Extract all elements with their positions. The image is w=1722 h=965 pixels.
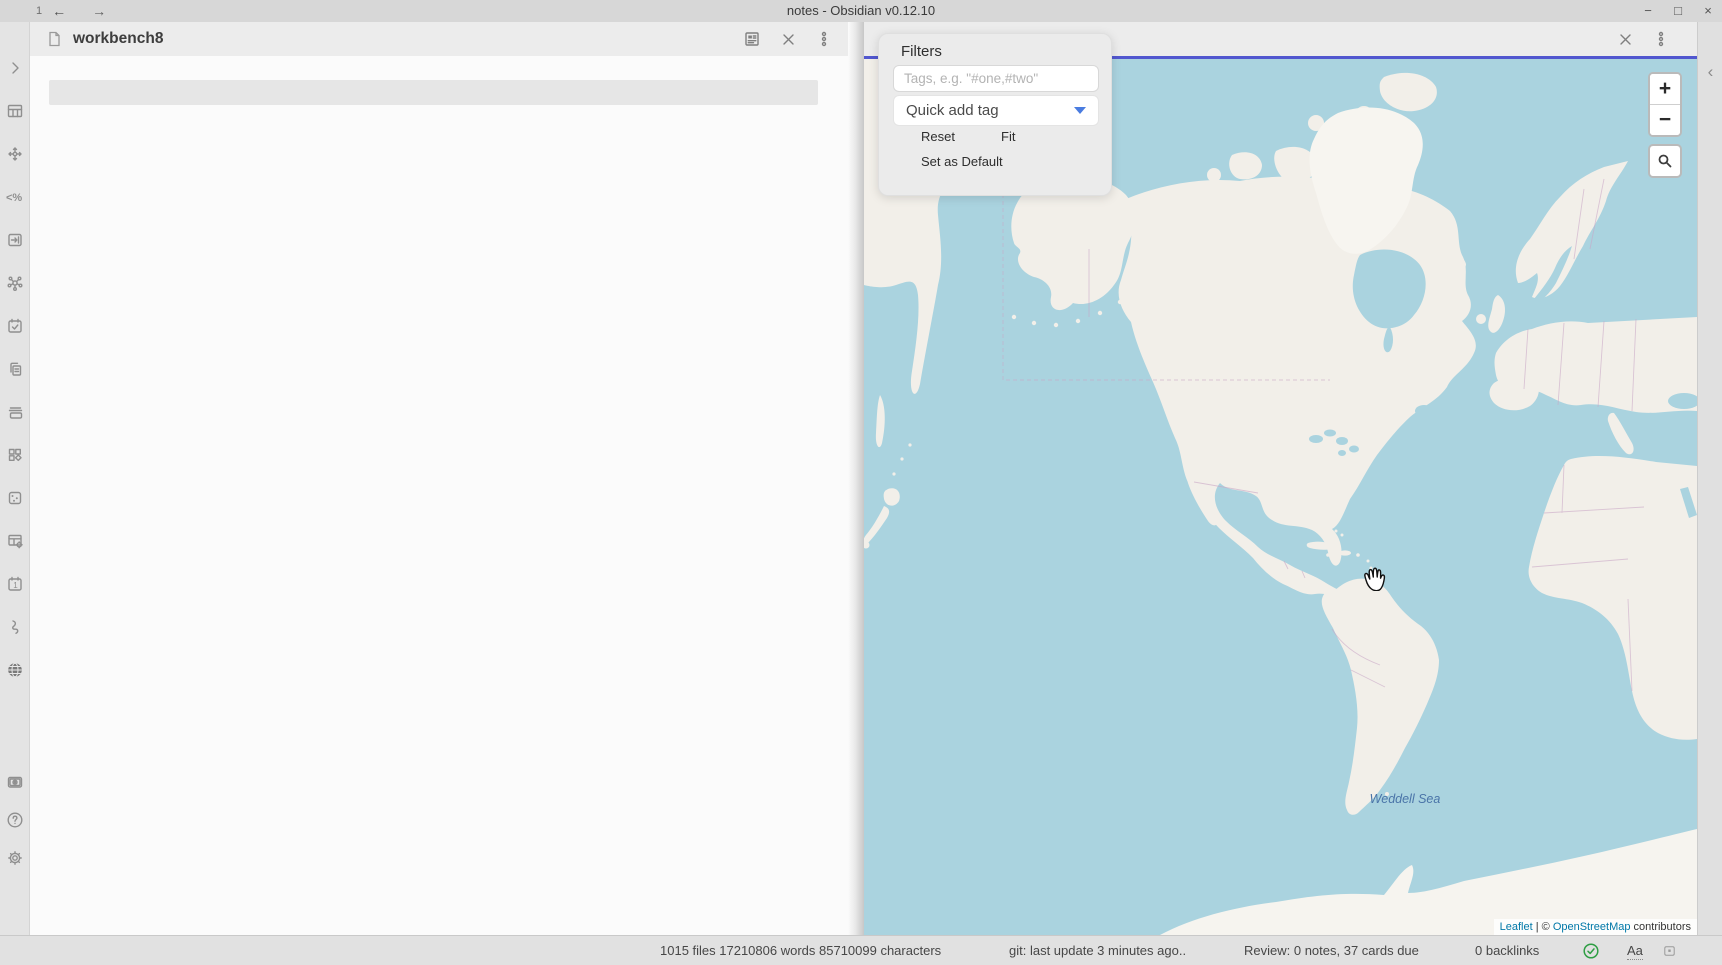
map-more-options-icon[interactable] (1651, 29, 1671, 49)
obsidian-app: 1 ← → notes - Obsidian v0.12.10 − □ × <% (0, 0, 1722, 965)
editor-area[interactable] (30, 56, 848, 935)
text-case-indicator[interactable]: Aa (1627, 942, 1643, 960)
maximize-button[interactable]: □ (1670, 0, 1686, 22)
close-map-pane-icon[interactable] (1615, 29, 1635, 49)
expand-right-sidebar-icon[interactable]: ‹ (1698, 62, 1722, 82)
more-options-icon[interactable] (814, 29, 834, 49)
zoom-out-button[interactable]: − (1650, 105, 1680, 135)
calendar-check-icon[interactable] (0, 304, 30, 347)
close-window-button[interactable]: × (1700, 0, 1716, 22)
help-icon[interactable] (0, 801, 30, 839)
move-icon[interactable] (0, 132, 30, 175)
weddell-sea-label: Weddell Sea (1369, 792, 1441, 807)
git-status[interactable]: git: last update 3 minutes ago.. (1009, 936, 1186, 965)
backlinks-status[interactable]: 0 backlinks (1475, 936, 1539, 965)
card-stack-icon[interactable] (0, 390, 30, 433)
squiggle-icon[interactable] (0, 605, 30, 648)
review-status[interactable]: Review: 0 notes, 37 cards due (1244, 936, 1419, 965)
left-pane: workbench8 (30, 22, 848, 935)
quick-add-tag-dropdown[interactable]: Quick add tag (893, 95, 1099, 126)
set-as-default-button[interactable]: Set as Default (921, 154, 1003, 169)
filters-title: Filters (901, 43, 942, 60)
globe-map-icon[interactable] (0, 648, 30, 691)
preview-toggle-icon[interactable] (742, 29, 762, 49)
search-icon (1657, 153, 1673, 169)
fit-button[interactable]: Fit (1001, 129, 1015, 144)
import-box-icon[interactable] (0, 218, 30, 261)
attribution-suffix: contributors (1630, 921, 1691, 933)
map-attribution: Leaflet | © OpenStreetMap contributors (1494, 919, 1697, 935)
close-pane-icon[interactable] (778, 29, 798, 49)
quick-add-tag-label: Quick add tag (906, 102, 999, 119)
graph-icon[interactable] (0, 261, 30, 304)
reset-button[interactable]: Reset (921, 129, 955, 144)
status-bar: 1015 files 17210806 words 85710099 chara… (0, 935, 1722, 965)
svg-text:1: 1 (13, 581, 18, 590)
filters-panel: Filters Quick add tag Reset Fit Set as D… (878, 33, 1112, 196)
calendar-day-icon[interactable]: 1 (0, 562, 30, 605)
empty-line-block (49, 80, 818, 105)
left-pane-header: workbench8 (30, 22, 848, 56)
expand-sidebar-icon[interactable] (0, 46, 30, 89)
left-ribbon: <% 1 (0, 22, 30, 935)
word-count-status: 1015 files 17210806 words 85710099 chara… (660, 936, 941, 965)
window-title: notes - Obsidian v0.12.10 (0, 0, 1722, 22)
zoom-in-button[interactable]: + (1650, 74, 1680, 105)
table-icon[interactable] (0, 89, 30, 132)
minimize-button[interactable]: − (1640, 0, 1656, 22)
camera-icon[interactable] (0, 763, 30, 801)
svg-text:<%: <% (6, 192, 22, 204)
zoom-control: + − (1648, 72, 1682, 137)
island-hokkaido (884, 488, 900, 505)
tab-title: workbench8 (73, 30, 163, 48)
leaflet-link[interactable]: Leaflet (1500, 921, 1533, 933)
pane-divider[interactable] (848, 22, 864, 935)
templater-percent-icon[interactable]: <% (0, 175, 30, 218)
file-icon (44, 29, 64, 49)
check-circle-icon[interactable] (1583, 943, 1599, 959)
osm-link[interactable]: OpenStreetMap (1553, 921, 1631, 933)
device-icon[interactable] (1664, 946, 1675, 956)
right-sidebar-collapsed: ‹ (1697, 22, 1722, 935)
copy-pages-icon[interactable] (0, 347, 30, 390)
hand-cursor (1362, 562, 1389, 596)
settings-gear-icon[interactable] (0, 839, 30, 877)
attribution-separator: | © (1533, 921, 1553, 933)
tags-filter-input[interactable] (893, 65, 1099, 92)
dice-icon[interactable] (0, 476, 30, 519)
chevron-down-icon (1074, 107, 1086, 114)
table-settings-icon[interactable] (0, 519, 30, 562)
titlebar: 1 ← → notes - Obsidian v0.12.10 − □ × (0, 0, 1722, 23)
map-search-button[interactable] (1648, 144, 1682, 178)
blocks-icon[interactable] (0, 433, 30, 476)
